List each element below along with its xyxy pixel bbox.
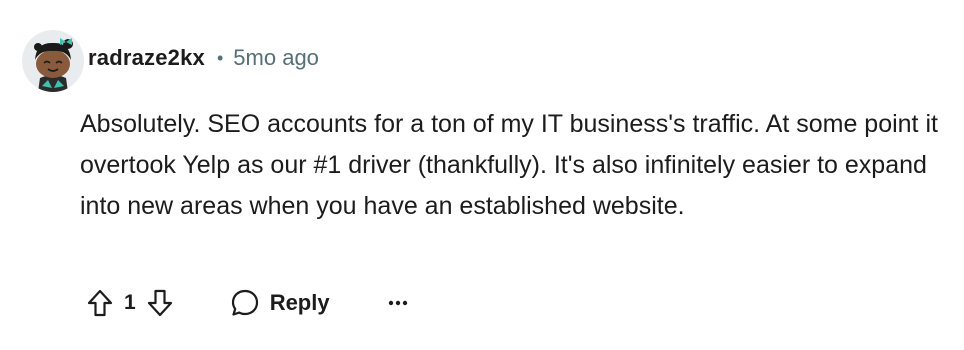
author-username[interactable]: radraze2kx bbox=[88, 45, 205, 71]
comment-text: Absolutely. SEO accounts for a ton of my… bbox=[80, 110, 938, 220]
upvote-arrow-icon bbox=[87, 289, 113, 317]
comment-header: radraze2kx • 5mo ago bbox=[88, 44, 319, 72]
reply-button[interactable]: Reply bbox=[230, 282, 330, 324]
more-options-button[interactable] bbox=[380, 282, 416, 324]
snoo-avatar-icon bbox=[34, 38, 73, 92]
comment: radraze2kx • 5mo ago Absolutely. SEO acc… bbox=[0, 0, 964, 350]
comment-body: Absolutely. SEO accounts for a ton of my… bbox=[80, 104, 940, 227]
downvote-button[interactable] bbox=[138, 282, 182, 324]
comment-action-bar: 1 Reply bbox=[78, 282, 416, 324]
meta-separator: • bbox=[216, 47, 224, 68]
speech-bubble-icon bbox=[231, 289, 258, 316]
reply-label: Reply bbox=[269, 290, 330, 315]
vote-score: 1 bbox=[124, 291, 136, 314]
timestamp[interactable]: 5mo ago bbox=[233, 45, 319, 71]
more-options-icon bbox=[388, 300, 407, 306]
user-avatar[interactable] bbox=[22, 30, 84, 92]
upvote-button[interactable] bbox=[78, 282, 122, 324]
downvote-arrow-icon bbox=[147, 289, 172, 317]
